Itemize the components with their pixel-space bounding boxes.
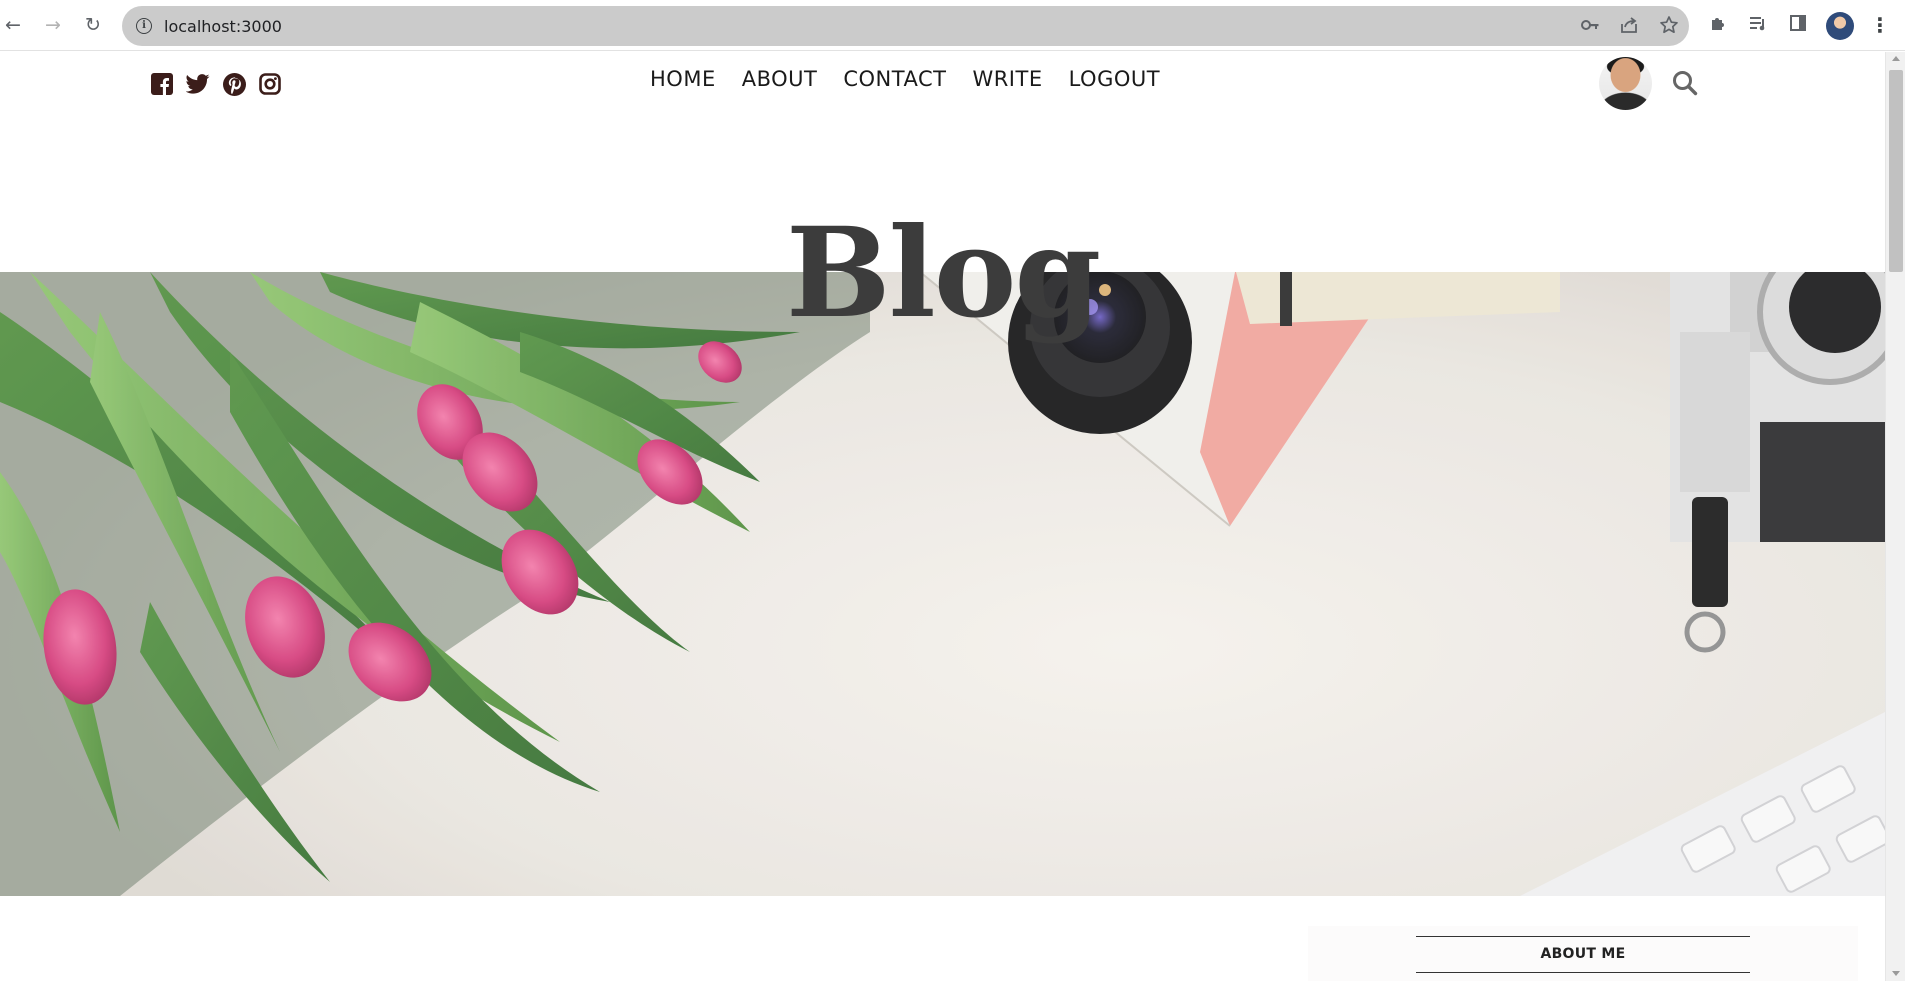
nav-write[interactable]: WRITE — [972, 67, 1042, 91]
social-links — [150, 72, 282, 98]
divider — [1416, 936, 1750, 937]
nav-home[interactable]: HOME — [650, 67, 716, 91]
scroll-up-icon[interactable] — [1892, 56, 1900, 61]
pinterest-icon[interactable] — [222, 72, 246, 96]
scroll-down-icon[interactable] — [1892, 971, 1900, 976]
top-bar: HOME ABOUT CONTACT WRITE LOGOUT — [0, 52, 1885, 112]
nav-about[interactable]: ABOUT — [742, 67, 818, 91]
side-panel-icon[interactable] — [1786, 13, 1810, 37]
forward-arrow-icon[interactable]: → — [40, 12, 66, 38]
key-icon[interactable] — [1579, 15, 1601, 37]
address-bar[interactable]: i localhost:3000 — [122, 6, 1689, 46]
scrollbar[interactable] — [1885, 52, 1905, 981]
user-avatar[interactable] — [1599, 57, 1652, 110]
sidebar-title: ABOUT ME — [1540, 946, 1626, 962]
url-text[interactable]: localhost:3000 — [164, 17, 282, 36]
site-info-icon[interactable]: i — [136, 18, 152, 34]
blog-title: Blog — [785, 201, 1101, 346]
share-icon[interactable] — [1618, 15, 1640, 37]
nav-contact[interactable]: CONTACT — [843, 67, 946, 91]
divider — [1416, 972, 1750, 973]
nav-logout[interactable]: LOGOUT — [1069, 67, 1160, 91]
instagram-icon[interactable] — [258, 72, 282, 96]
profile-avatar[interactable] — [1826, 12, 1854, 40]
bookmark-star-icon[interactable] — [1658, 15, 1680, 37]
media-controls-icon[interactable] — [1746, 13, 1770, 37]
page: HOME ABOUT CONTACT WRITE LOGOUT Blog ABO… — [0, 52, 1885, 981]
scrollbar-thumb[interactable] — [1889, 70, 1903, 272]
search-icon[interactable] — [1671, 69, 1699, 97]
back-arrow-icon[interactable]: ← — [0, 12, 26, 38]
browser-toolbar: ← → ↻ i localhost:3000 ⋮ — [0, 0, 1905, 51]
main-nav: HOME ABOUT CONTACT WRITE LOGOUT — [650, 67, 1160, 91]
extensions-puzzle-icon[interactable] — [1706, 13, 1730, 37]
header-image — [0, 272, 1885, 896]
facebook-square-icon[interactable] — [150, 72, 174, 96]
sidebar: ABOUT ME — [1308, 926, 1858, 981]
more-vert-icon[interactable]: ⋮ — [1870, 11, 1890, 39]
reload-icon[interactable]: ↻ — [80, 12, 106, 38]
twitter-icon[interactable] — [186, 72, 210, 96]
